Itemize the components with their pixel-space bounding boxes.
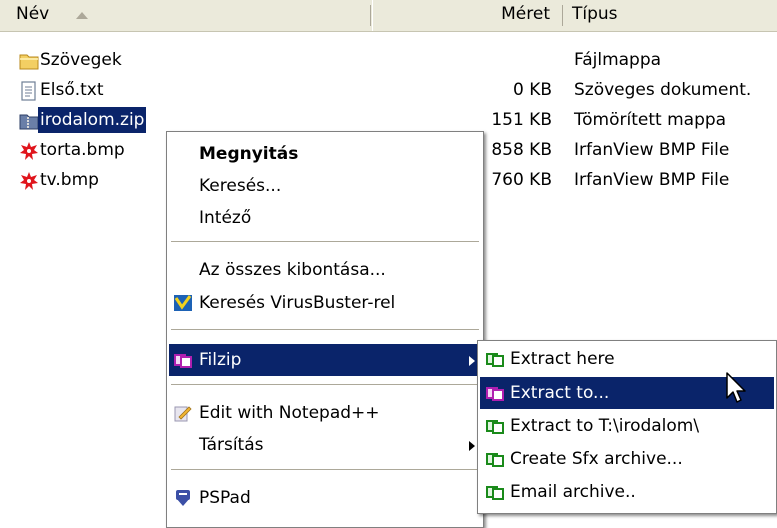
file-name: torta.bmp	[40, 140, 125, 160]
file-size: 760 KB	[491, 170, 552, 190]
menu-separator	[171, 384, 479, 386]
menu-item-explorer[interactable]: Intéző	[169, 202, 481, 234]
irfanview-icon	[20, 142, 38, 160]
menu-separator	[171, 329, 479, 331]
menu-item-label: Edit with Notepad++	[199, 403, 380, 423]
menu-item-label: Extract here	[510, 349, 615, 369]
irfanview-icon	[20, 172, 38, 190]
column-header-name[interactable]: Név	[0, 0, 372, 31]
virusbuster-icon	[174, 295, 192, 311]
file-size: 858 KB	[491, 140, 552, 160]
menu-item-virusbuster[interactable]: Keresés VirusBuster-rel	[169, 287, 481, 319]
menu-item-label: Email archive..	[510, 482, 636, 502]
filzip-submenu: Extract here Extract to... Extract to T:…	[477, 340, 777, 514]
menu-item-label: Keresés VirusBuster-rel	[199, 293, 396, 313]
file-name: Első.txt	[40, 80, 104, 100]
menu-item-label: Extract to T:\irodalom\	[510, 416, 700, 436]
menu-item-label: Megnyitás	[199, 144, 299, 164]
column-divider[interactable]	[370, 5, 371, 26]
file-name: irodalom.zip	[38, 107, 147, 133]
sort-ascending-icon	[76, 12, 88, 19]
menu-item-open-with[interactable]: Társítás	[169, 429, 481, 461]
submenu-arrow-icon	[469, 441, 475, 451]
menu-item-label: Az összes kibontása...	[199, 260, 386, 280]
folder-icon	[19, 54, 39, 70]
filzip-icon	[486, 451, 504, 467]
menu-item-extract-all[interactable]: Az összes kibontása...	[169, 254, 481, 286]
filzip-icon	[486, 351, 504, 367]
file-name: Szövegek	[40, 50, 122, 70]
file-size: 0 KB	[512, 80, 552, 100]
column-header-size-label: Méret	[501, 4, 550, 24]
file-name: tv.bmp	[40, 170, 99, 190]
column-header-name-label: Név	[16, 4, 50, 24]
menu-item-label: Filzip	[199, 350, 242, 370]
menu-item-label: Keresés...	[199, 176, 282, 196]
submenu-item-extract-to-folder[interactable]: Extract to T:\irodalom\	[480, 410, 774, 442]
menu-item-open[interactable]: Megnyitás	[169, 138, 481, 170]
notepadpp-icon	[174, 406, 192, 422]
text-file-icon	[21, 81, 36, 101]
menu-item-notepadpp[interactable]: Edit with Notepad++	[169, 397, 481, 429]
menu-item-search[interactable]: Keresés...	[169, 170, 481, 202]
file-row[interactable]: Szövegek Fájlmappa	[0, 45, 777, 75]
pspad-icon	[176, 490, 190, 506]
menu-item-label: PSPad	[199, 488, 251, 508]
menu-separator	[171, 241, 479, 243]
column-header-bar: Név Méret Típus	[0, 0, 777, 32]
submenu-item-create-sfx[interactable]: Create Sfx archive...	[480, 443, 774, 475]
column-header-type[interactable]: Típus	[562, 0, 777, 31]
submenu-item-email-archive[interactable]: Email archive..	[480, 476, 774, 508]
filzip-icon	[486, 418, 504, 434]
column-header-size[interactable]: Méret	[372, 0, 562, 31]
column-header-type-label: Típus	[572, 4, 618, 24]
menu-item-pspad[interactable]: PSPad	[169, 482, 481, 514]
file-size: 151 KB	[491, 110, 552, 130]
file-type: IrfanView BMP File	[574, 170, 730, 190]
menu-item-label: Társítás	[199, 435, 264, 455]
file-row[interactable]: Első.txt 0 KB Szöveges dokument.	[0, 75, 777, 105]
filzip-icon	[174, 352, 192, 368]
menu-item-filzip[interactable]: Filzip	[169, 344, 481, 376]
menu-item-label: Extract to...	[510, 383, 610, 403]
filzip-icon	[486, 385, 504, 401]
menu-item-label: Create Sfx archive...	[510, 449, 683, 469]
file-type: IrfanView BMP File	[574, 140, 730, 160]
menu-item-label: Intéző	[199, 208, 252, 228]
menu-separator	[171, 469, 479, 471]
filzip-icon	[486, 484, 504, 500]
file-type: Tömörített mappa	[574, 110, 727, 130]
zip-folder-icon	[19, 114, 39, 130]
file-type: Szöveges dokument.	[574, 80, 752, 100]
submenu-arrow-icon	[469, 356, 475, 366]
context-menu: Megnyitás Keresés... Intéző Az összes ki…	[166, 131, 484, 528]
file-type: Fájlmappa	[574, 50, 662, 70]
mouse-cursor-icon	[726, 372, 746, 403]
